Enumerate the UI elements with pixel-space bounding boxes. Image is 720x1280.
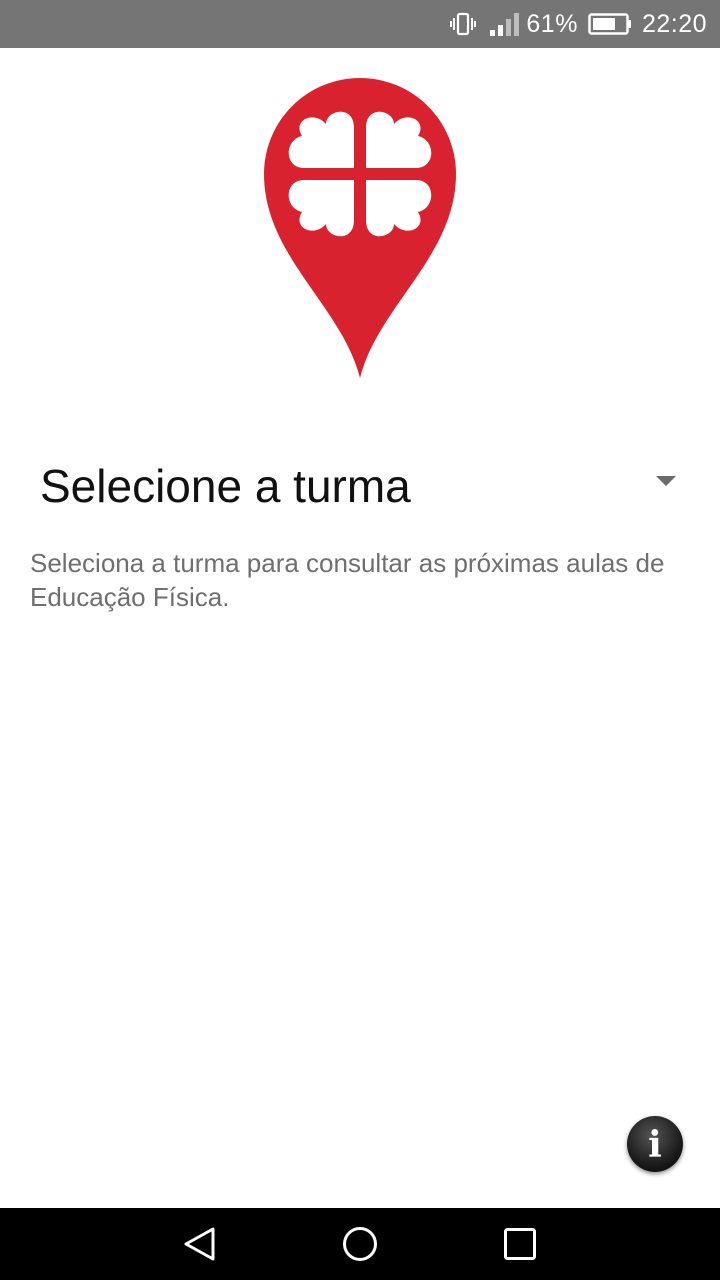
battery-percent: 61% — [526, 9, 578, 38]
status-bar: 61% 22:20 — [0, 0, 720, 48]
dropdown-arrow-icon — [654, 474, 678, 488]
map-pin-clover-logo — [262, 76, 458, 380]
info-button[interactable]: i — [627, 1116, 683, 1172]
spinner-selected-value: Selecione a turma — [40, 460, 411, 512]
home-icon[interactable] — [342, 1226, 378, 1262]
description-text: Seleciona a turma para consultar as próx… — [30, 548, 665, 612]
info-icon: i — [648, 1124, 662, 1166]
signal-icon — [490, 12, 520, 36]
vibrate-icon — [450, 12, 477, 36]
navigation-bar — [0, 1208, 720, 1280]
recents-icon[interactable] — [502, 1226, 538, 1262]
battery-icon — [588, 12, 632, 36]
clock: 22:20 — [641, 9, 707, 38]
turma-spinner[interactable]: Selecione a turma — [0, 440, 720, 530]
back-icon[interactable] — [182, 1226, 218, 1262]
